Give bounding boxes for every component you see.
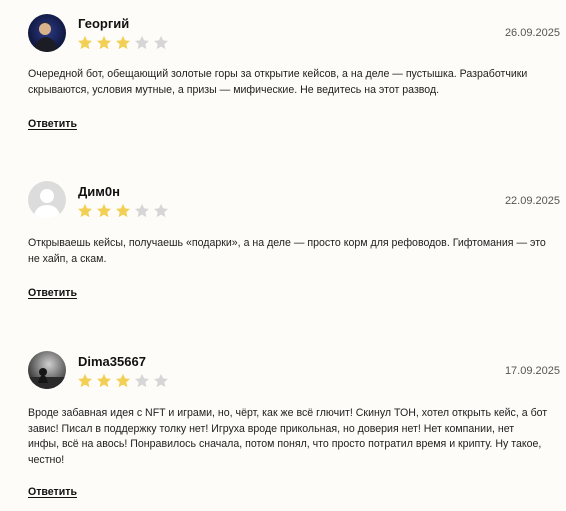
review-author: Dima35667 — [78, 354, 146, 369]
star-icon — [78, 373, 92, 388]
reply-link[interactable]: Ответить — [28, 486, 77, 498]
star-icon — [135, 373, 149, 388]
star-icon — [154, 373, 168, 388]
avatar — [28, 351, 66, 389]
review-date: 17.09.2025 — [504, 365, 560, 377]
review-item: Dima35667 17.09.2025 Вроде забавная идея… — [0, 0, 566, 511]
star-icon — [116, 373, 130, 388]
star-rating — [77, 373, 169, 389]
star-icon — [97, 373, 111, 388]
review-text: Вроде забавная идея с NFT и играми, но, … — [28, 407, 548, 466]
